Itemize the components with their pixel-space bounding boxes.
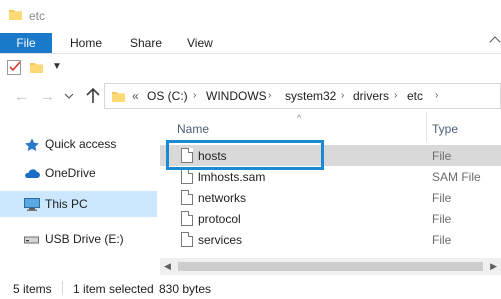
selection-size: 830 bytes (159, 282, 212, 296)
breadcrumb-drivers[interactable]: drivers (353, 89, 389, 103)
item-count: 5 items (13, 282, 52, 296)
sidebar-item-label: OneDrive (45, 166, 96, 180)
sidebar-item-label: This PC (45, 197, 88, 211)
breadcrumb-separator-icon[interactable]: › (394, 90, 397, 101)
file-icon (181, 148, 193, 163)
breadcrumb-system32[interactable]: system32 (285, 89, 336, 103)
sidebar-item-usb-drive[interactable]: USB Drive (E:) (0, 226, 157, 252)
horizontal-scrollbar[interactable]: ◀ ▶ (160, 258, 501, 275)
file-type: File (432, 191, 452, 205)
back-arrow-icon[interactable]: ← (14, 89, 29, 104)
overflow-chevron-icon[interactable]: « (132, 89, 139, 103)
file-icon (181, 169, 193, 184)
column-header: ^ Name Type (160, 112, 501, 142)
status-divider (62, 281, 63, 294)
sidebar-item-this-pc[interactable]: This PC (0, 191, 157, 217)
customize-toolbar-dropdown-icon[interactable]: ▼ (52, 61, 62, 73)
scrollbar-thumb[interactable] (178, 262, 483, 271)
sidebar-item-quick-access[interactable]: Quick access (0, 131, 157, 157)
scroll-left-arrow-icon[interactable]: ◀ (164, 261, 171, 272)
sort-ascending-icon: ^ (297, 113, 302, 123)
breadcrumb-separator-icon[interactable]: › (193, 90, 196, 101)
address-bar[interactable]: « OS (C:) › WINDOWS › system32 › drivers… (104, 83, 501, 109)
breadcrumb-windows[interactable]: WINDOWS (206, 89, 267, 103)
navigation-pane: Quick access OneDrive This PC USB Drive … (0, 112, 160, 273)
file-row-protocol[interactable]: protocol File (160, 208, 501, 229)
file-icon (181, 211, 193, 226)
star-icon (25, 138, 39, 151)
selection-status: 1 item selected (73, 282, 154, 296)
new-folder-icon[interactable] (30, 62, 43, 73)
window-title: etc (29, 9, 46, 23)
tab-home[interactable]: Home (70, 33, 102, 53)
sidebar-item-onedrive[interactable]: OneDrive (0, 160, 157, 186)
file-name: services (198, 233, 243, 247)
breadcrumb-separator-icon[interactable]: › (268, 90, 271, 101)
expand-ribbon-chevron-icon[interactable] (489, 36, 501, 48)
status-bar: 5 items 1 item selected 830 bytes (0, 275, 501, 299)
file-row-lmhosts-sam[interactable]: lmhosts.sam SAM File (160, 166, 501, 187)
column-name-header[interactable]: Name (177, 122, 209, 136)
title-bar: etc (0, 0, 501, 33)
breadcrumb-separator-icon[interactable]: › (435, 90, 438, 101)
navigation-bar: ← → « OS (C:) › WINDOWS › system32 › dri… (0, 80, 501, 112)
checkmark-icon (9, 61, 21, 72)
usb-drive-icon (24, 236, 39, 244)
file-icon (181, 232, 193, 247)
ribbon-tabs: File Home Share View (0, 33, 501, 54)
file-name: lmhosts.sam (198, 170, 266, 184)
folder-icon (9, 10, 22, 20)
file-icon (181, 190, 193, 205)
file-row-services[interactable]: services File (160, 229, 501, 250)
up-arrow-icon[interactable] (86, 87, 100, 104)
breadcrumb-separator-icon[interactable]: › (341, 90, 344, 101)
column-divider[interactable] (426, 112, 427, 142)
tab-view[interactable]: View (187, 33, 213, 53)
scroll-right-arrow-icon[interactable]: ▶ (490, 261, 497, 272)
cloud-icon (25, 169, 40, 178)
file-name: networks (198, 191, 247, 205)
folder-icon (112, 92, 125, 102)
tab-file[interactable]: File (0, 33, 52, 53)
file-row-networks[interactable]: networks File (160, 187, 501, 208)
sidebar-item-label: Quick access (45, 137, 117, 151)
breadcrumb-etc[interactable]: etc (407, 89, 423, 103)
file-row-hosts[interactable]: hosts File (160, 145, 501, 166)
computer-icon (24, 198, 40, 211)
tab-share[interactable]: Share (130, 33, 162, 53)
forward-arrow-icon[interactable]: → (40, 89, 55, 104)
file-name: protocol (198, 212, 241, 226)
column-type-header[interactable]: Type (432, 122, 458, 136)
file-type: SAM File (432, 170, 481, 184)
file-name: hosts (198, 149, 227, 163)
file-type: File (432, 233, 452, 247)
properties-button[interactable] (7, 60, 21, 75)
recent-locations-chevron-icon[interactable] (63, 90, 75, 102)
file-type: File (432, 149, 452, 163)
file-type: File (432, 212, 452, 226)
sidebar-item-label: USB Drive (E:) (45, 232, 124, 246)
file-list: ^ Name Type hosts File lmhosts.sam SAM F… (160, 112, 501, 273)
quick-access-toolbar: ▼ (0, 54, 501, 80)
breadcrumb-os-drive[interactable]: OS (C:) (147, 89, 188, 103)
